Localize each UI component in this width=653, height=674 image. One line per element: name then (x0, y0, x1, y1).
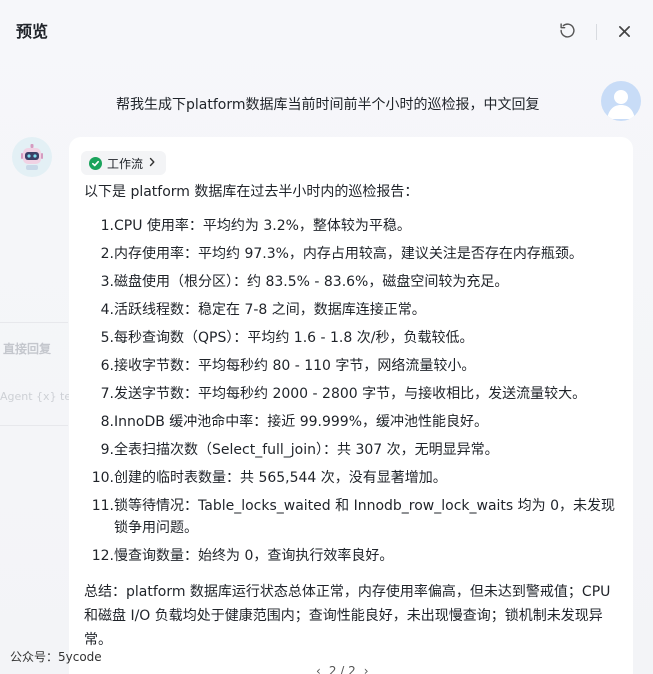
list-item: 12. 慢查询数量：始终为 0，查询执行效率良好。 (84, 545, 624, 567)
list-item-number: 10. (91, 470, 114, 486)
report-list: 1. CPU 使用率：平均约为 3.2%，整体较为平稳。 2. 内存使用率：平均约 9… (84, 215, 624, 573)
list-item-number: 2. (100, 246, 114, 262)
list-item-number: 5. (100, 330, 114, 346)
list-item: 4. 活跃线程数：稳定在 7-8 之间，数据库连接正常。 (84, 299, 624, 321)
user-avatar (601, 81, 641, 121)
page-title: 预览 (16, 22, 49, 41)
workflow-chip-label: 工作流 (107, 156, 144, 171)
sidebar-faded-agent-label: Agent {x} te (0, 390, 72, 403)
list-item-number: 7. (100, 386, 114, 402)
list-item: 9. 全表扫描次数（Select_full_join）：共 307 次，无明显异常… (84, 439, 624, 461)
list-item-number: 12. (91, 548, 114, 564)
report-summary: 总结：platform 数据库运行状态总体正常，内存使用率偏高，但未达到警戒值；… (84, 584, 611, 648)
close-button[interactable] (614, 22, 634, 42)
watermark: 公众号：5ycode (10, 650, 102, 664)
check-circle-icon (89, 156, 102, 170)
list-item-text: 创建的临时表数量：共 565,544 次，没有显著增加。 (114, 470, 447, 486)
list-item-text: 慢查询数量：始终为 0，查询执行效率良好。 (114, 548, 394, 564)
message-pager: ‹ 2 / 2 › (316, 664, 369, 674)
list-item-number: 6. (100, 358, 114, 374)
list-item: 7. 发送字节数：平均每秒约 2000 - 2800 字节，与接收相比，发送流量较… (84, 383, 624, 405)
list-item-number: 4. (100, 302, 114, 318)
header-divider (596, 24, 597, 40)
list-item: 3. 磁盘使用（根分区）：约 83.5% - 83.6%，磁盘空间较为充足。 (84, 271, 624, 293)
list-item-text: 磁盘使用（根分区）：约 83.5% - 83.6%，磁盘空间较为充足。 (114, 274, 509, 290)
list-item-number: 8. (100, 414, 114, 430)
chevron-right-icon (148, 156, 156, 170)
list-item-text: 每秒查询数（QPS）：平均约 1.6 - 1.8 次/秒，负载较低。 (114, 330, 474, 346)
workflow-chip[interactable]: 工作流 (81, 151, 167, 175)
list-item: 5. 每秒查询数（QPS）：平均约 1.6 - 1.8 次/秒，负载较低。 (84, 327, 624, 349)
list-item: 6. 接收字节数：平均每秒约 80 - 110 字节，网络流量较小。 (84, 355, 624, 377)
user-message: 帮我生成下platform数据库当前时间前半个小时的巡检报，中文回复 (116, 97, 540, 113)
list-item-text: InnoDB 缓冲池命中率：接近 99.999%，缓冲池性能良好。 (114, 414, 489, 430)
close-icon (618, 23, 631, 42)
preview-panel: 预览 直接回复 Agent {x} te 帮我生成下platform数据库当前时… (0, 0, 653, 674)
sidebar-faded-section (0, 322, 68, 426)
list-item-text: 接收字节数：平均每秒约 80 - 110 字节，网络流量较小。 (114, 358, 476, 374)
list-item-number: 11. (91, 498, 114, 514)
pager-label: 2 / 2 (328, 664, 356, 674)
list-item-text: 全表扫描次数（Select_full_join）：共 307 次，无明显异常。 (114, 442, 499, 458)
sidebar-faded-label: 直接回复 (3, 342, 52, 356)
list-item-text: 活跃线程数：稳定在 7-8 之间，数据库连接正常。 (114, 302, 426, 318)
list-item: 10. 创建的临时表数量：共 565,544 次，没有显著增加。 (84, 467, 624, 489)
bot-message-card: 工作流 以下是 platform 数据库在过去半小时内的巡检报告： 1. CPU … (69, 137, 633, 674)
list-item: 1. CPU 使用率：平均约为 3.2%，整体较为平稳。 (84, 215, 624, 237)
chevron-left-icon[interactable]: ‹ (316, 664, 321, 674)
report-intro: 以下是 platform 数据库在过去半小时内的巡检报告： (84, 184, 419, 200)
list-item-number: 9. (100, 442, 114, 458)
list-item-text: 发送字节数：平均每秒约 2000 - 2800 字节，与接收相比，发送流量较大。 (114, 386, 587, 402)
list-item: 11. 锁等待情况：Table_locks_waited 和 Innodb_row… (84, 495, 624, 539)
panel-header: 预览 (0, 0, 653, 62)
refresh-button[interactable] (557, 22, 577, 42)
chevron-right-icon[interactable]: › (364, 664, 369, 674)
list-item: 2. 内存使用率：平均约 97.3%，内存占用较高，建议关注是否存在内存瓶颈。 (84, 243, 624, 265)
list-item-number: 1. (100, 218, 114, 234)
bot-avatar (12, 137, 52, 177)
list-item: 8. InnoDB 缓冲池命中率：接近 99.999%，缓冲池性能良好。 (84, 411, 624, 433)
list-item-text: CPU 使用率：平均约为 3.2%，整体较为平稳。 (114, 218, 411, 234)
refresh-icon (559, 22, 576, 43)
list-item-text: 锁等待情况：Table_locks_waited 和 Innodb_row_lo… (114, 498, 616, 536)
list-item-number: 3. (100, 274, 114, 290)
list-item-text: 内存使用率：平均约 97.3%，内存占用较高，建议关注是否存在内存瓶颈。 (114, 246, 583, 262)
